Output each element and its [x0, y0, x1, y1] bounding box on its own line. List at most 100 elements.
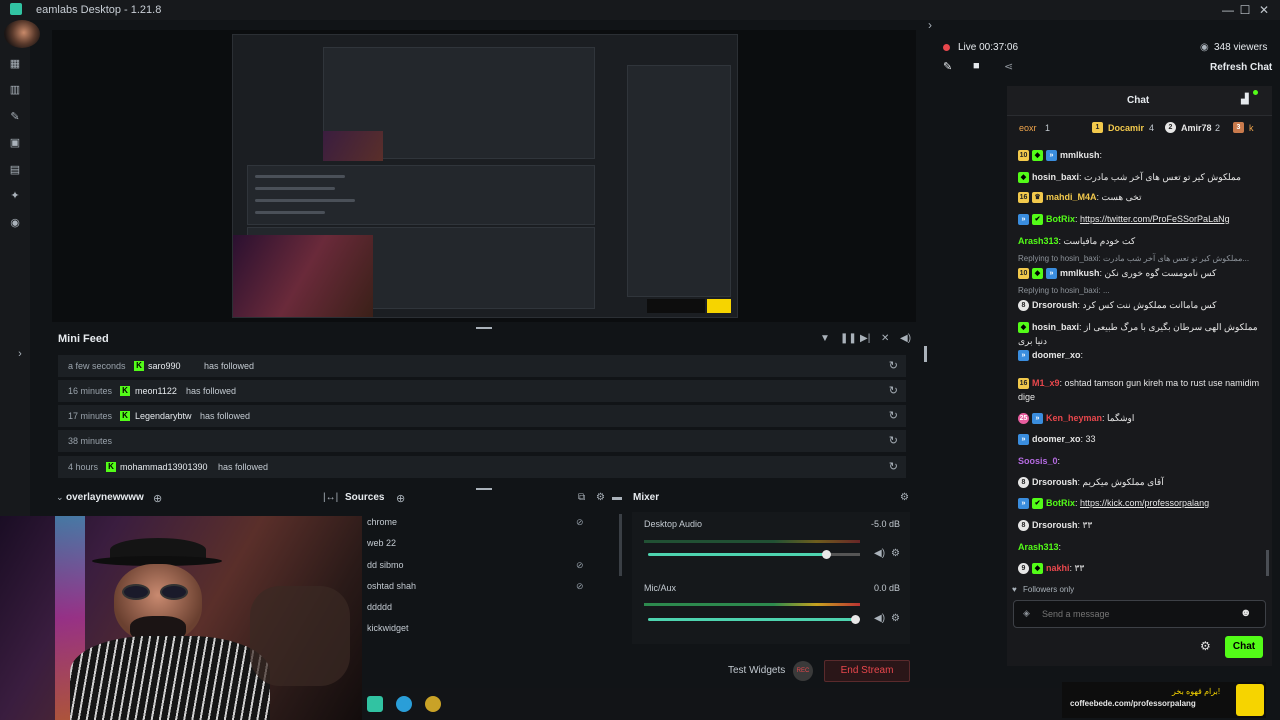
chat-username[interactable]: hosin_baxi [1032, 322, 1079, 332]
chat-username[interactable]: Arash313 [1018, 236, 1059, 246]
feed-row: 16 minutes K meon1122 has followed ↻ [58, 380, 906, 402]
end-stream-button[interactable]: End Stream [824, 660, 910, 682]
chat-scrollbar[interactable] [1266, 550, 1269, 576]
leader-name: eoxr [1019, 123, 1037, 133]
volume-slider[interactable] [648, 553, 828, 556]
split-icon[interactable]: |↔| [323, 492, 338, 503]
pause-icon[interactable]: ❚❚ [840, 333, 857, 344]
emoji-icon[interactable]: ☻ [1240, 607, 1252, 619]
user-avatar[interactable] [4, 20, 40, 48]
expand-chevron-icon[interactable]: › [10, 348, 30, 360]
layout-icon[interactable]: ▤ [8, 164, 22, 176]
themes-icon[interactable]: ✎ [8, 111, 22, 123]
folder-icon[interactable]: ▬ [612, 492, 622, 503]
chat-username[interactable]: nakhi [1046, 563, 1070, 573]
repeat-alert-icon[interactable]: ↻ [889, 456, 898, 478]
collapse-chat-chevron-icon[interactable]: › [928, 18, 932, 32]
visibility-off-icon[interactable]: ⊘ [576, 517, 584, 528]
chat-username[interactable]: Ken_heyman [1046, 413, 1102, 423]
stream-preview[interactable]: › [52, 18, 932, 322]
volume-icon[interactable]: ◀) [900, 333, 911, 344]
leader-count: 1 [1045, 123, 1051, 133]
source-item[interactable]: dd sibmo [367, 560, 404, 570]
scene-collection-title[interactable]: overlaynewwww [66, 492, 144, 503]
visibility-off-icon[interactable]: ⊘ [576, 560, 584, 571]
source-item[interactable]: ddddd [367, 602, 392, 612]
chat-username[interactable]: doomer_xo [1032, 434, 1081, 444]
volume-slider-knob[interactable] [851, 615, 860, 624]
minifeed-scrollbar[interactable] [924, 346, 927, 362]
chat-username[interactable]: Drsoroush [1032, 300, 1078, 310]
chat-input-box[interactable]: ◈ ☻ [1013, 600, 1266, 628]
dashboard-icon[interactable]: ▦ [8, 58, 22, 70]
chat-username[interactable]: Arash313 [1018, 542, 1059, 552]
sub-badge-icon: 10 [1018, 268, 1029, 280]
streamlabs-taskbar-icon[interactable] [367, 696, 383, 712]
minimize-button[interactable]: — [1220, 2, 1236, 18]
store-icon[interactable]: ▣ [8, 137, 22, 149]
chat-username[interactable]: mmlkush [1060, 150, 1100, 160]
chat-username[interactable]: BotRix [1046, 498, 1075, 508]
source-item[interactable]: oshtad shah [367, 581, 416, 591]
sources-scrollbar[interactable] [619, 514, 622, 576]
visibility-off-icon[interactable]: ⊘ [576, 581, 584, 592]
chat-username[interactable]: BotRix [1046, 214, 1075, 224]
library-icon[interactable]: ▥ [8, 84, 22, 96]
mixer-settings-icon[interactable]: ⚙ [900, 492, 909, 503]
chat-username[interactable]: Drsoroush [1032, 477, 1078, 487]
mute-icon[interactable]: ◀) [874, 613, 885, 624]
resize-handle[interactable] [476, 488, 492, 490]
volume-slider-knob[interactable] [822, 550, 831, 559]
filter-icon[interactable]: ▼ [820, 333, 830, 344]
camera-icon[interactable]: ■ [973, 60, 980, 72]
feed-user: Legendarybtw [135, 411, 192, 421]
chat-username[interactable]: mmlkush [1060, 268, 1100, 278]
maximize-button[interactable]: ☐ [1237, 2, 1253, 18]
source-item[interactable]: kickwidget [367, 623, 409, 633]
close-button[interactable]: ✕ [1256, 2, 1272, 18]
edit-stream-icon[interactable]: ✎ [943, 60, 952, 73]
source-item[interactable]: chrome [367, 517, 397, 527]
share-icon[interactable]: ⋖ [1004, 60, 1013, 73]
chat-username[interactable]: Soosis_0 [1018, 456, 1058, 466]
chat-username[interactable]: Drsoroush [1032, 520, 1078, 530]
add-source-icon[interactable]: ⊕ [396, 492, 405, 505]
chat-link[interactable]: https://twitter.com/ProFeSSorPaLaNg [1080, 214, 1230, 224]
repeat-alert-icon[interactable]: ↻ [889, 405, 898, 427]
refresh-chat-button[interactable]: Refresh Chat [1210, 62, 1272, 73]
source-item[interactable]: web 22 [367, 538, 396, 548]
chat-message-input[interactable] [1042, 605, 1232, 623]
channel-settings-icon[interactable]: ⚙ [891, 613, 900, 624]
skip-icon[interactable]: ▶| [860, 333, 870, 344]
send-chat-button[interactable]: Chat [1225, 636, 1263, 658]
repeat-alert-icon[interactable]: ↻ [889, 430, 898, 452]
promo-title: برام قهوه بخر! [1172, 687, 1221, 696]
repeat-alert-icon[interactable]: ↻ [889, 380, 898, 402]
chat-link[interactable]: https://kick.com/professorpalang [1080, 498, 1209, 508]
channel-settings-icon[interactable]: ⚙ [891, 548, 900, 559]
chat-message: 10 ◆» mmlkush: [1018, 148, 1268, 162]
og-badge-icon: ◆ [1032, 563, 1043, 575]
chat-settings-icon[interactable]: ⚙ [1200, 639, 1211, 653]
mute-alerts-icon[interactable]: ✕ [881, 333, 889, 344]
mute-icon[interactable]: ◀) [874, 548, 885, 559]
chat-username[interactable]: M1_x9 [1032, 378, 1060, 388]
telegram-taskbar-icon[interactable] [396, 696, 412, 712]
wow-taskbar-icon[interactable] [425, 696, 441, 712]
highlighter-icon[interactable]: ✦ [8, 190, 22, 202]
chat-username[interactable]: hosin_baxi [1032, 172, 1079, 182]
rec-button[interactable]: REC [793, 661, 813, 681]
volume-slider[interactable] [648, 618, 856, 621]
repeat-alert-icon[interactable]: ↻ [889, 355, 898, 377]
add-scene-icon[interactable]: ⊕ [153, 492, 162, 505]
chat-username[interactable]: mahdi_M4A [1046, 192, 1097, 202]
chevron-down-icon[interactable]: ⌄ [56, 492, 64, 503]
chat-users-icon[interactable]: ▟ [1241, 94, 1249, 105]
source-settings-icon[interactable]: ⚙ [596, 492, 605, 503]
live-indicator-icon [943, 44, 950, 51]
record-icon[interactable]: ◉ [8, 217, 22, 229]
resize-handle[interactable] [476, 327, 492, 329]
test-widgets-label[interactable]: Test Widgets [728, 665, 785, 676]
chat-username[interactable]: doomer_xo [1032, 350, 1081, 360]
source-group-icon[interactable]: ⧉ [578, 492, 585, 503]
